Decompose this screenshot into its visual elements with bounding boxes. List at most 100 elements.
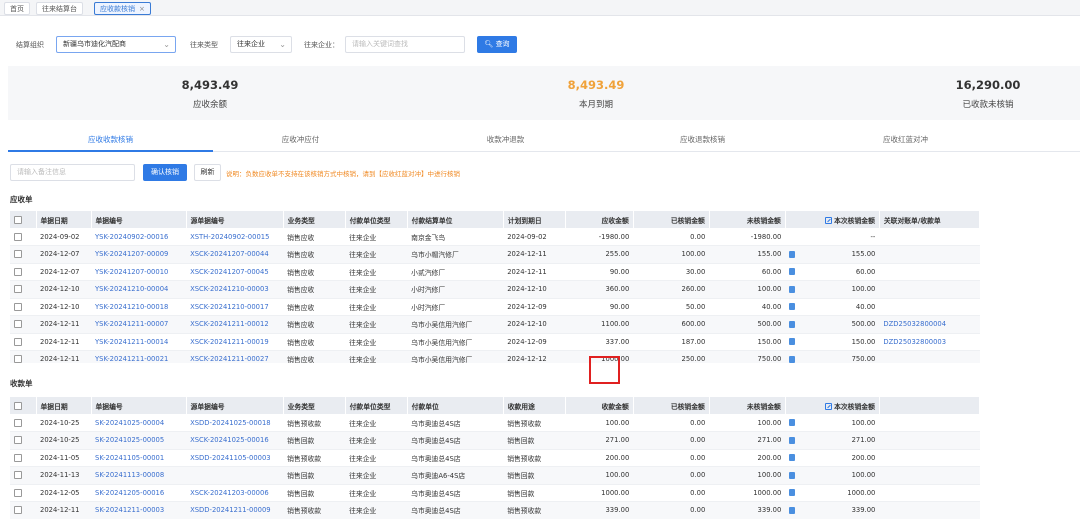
table-row[interactable]: 2024-12-11 YSK-20241211-00014 XSCK-2024121… bbox=[10, 333, 980, 351]
table-row[interactable]: 2024-11-05 SK-20241105-00001 XSDD-20241105… bbox=[10, 449, 980, 467]
tab-settlement-desk[interactable]: 往来结算台 bbox=[36, 2, 83, 15]
table-cell[interactable]: YSK-20241211-00014 bbox=[91, 333, 187, 351]
table-cell: 2024-12-05 bbox=[36, 484, 92, 502]
table-cell[interactable]: DZD25032800003 bbox=[879, 333, 980, 351]
table-cell[interactable]: SK-20241113-00008 bbox=[91, 466, 187, 485]
document-icon[interactable] bbox=[785, 484, 806, 502]
table-cell: 1100.00 bbox=[565, 315, 634, 334]
document-icon[interactable] bbox=[785, 298, 806, 316]
table-cell[interactable]: XSDD-20241025-00018 bbox=[186, 414, 284, 432]
document-icon[interactable] bbox=[785, 315, 806, 334]
table-row[interactable]: 2024-10-25 SK-20241025-00004 XSDD-20241025… bbox=[10, 414, 980, 432]
table-cell[interactable]: XSCK-20241025-00016 bbox=[186, 431, 284, 450]
table-cell[interactable]: XSTH-20240902-00015 bbox=[186, 228, 284, 246]
row-checkbox[interactable] bbox=[10, 414, 36, 432]
table-cell[interactable]: SK-20241211-00003 bbox=[91, 501, 187, 519]
document-icon[interactable] bbox=[785, 449, 806, 467]
table-cell[interactable]: YSK-20241210-00018 bbox=[91, 298, 187, 316]
table-cell: 销售应收 bbox=[283, 228, 346, 246]
row-checkbox[interactable] bbox=[10, 245, 36, 264]
row-checkbox[interactable] bbox=[10, 501, 36, 519]
table-cell[interactable]: XSCK-20241210-00003 bbox=[186, 280, 284, 299]
table-cell[interactable]: XSCK-20241203-00006 bbox=[186, 484, 284, 502]
row-checkbox[interactable] bbox=[10, 298, 36, 316]
type-select[interactable]: 往来企业 ⌄ bbox=[230, 36, 292, 53]
row-checkbox[interactable] bbox=[10, 333, 36, 351]
table-row[interactable]: 2024-12-07 YSK-20241207-00010 XSCK-2024120… bbox=[10, 263, 980, 281]
column-header: 付款单位类型 bbox=[345, 397, 408, 414]
row-checkbox[interactable] bbox=[10, 466, 36, 485]
row-checkbox[interactable] bbox=[10, 431, 36, 450]
table-cell: 40.00 bbox=[805, 298, 880, 316]
document-icon[interactable] bbox=[785, 431, 806, 450]
table-cell: 60.00 bbox=[805, 263, 880, 281]
table-row[interactable]: 2024-10-25 SK-20241025-00005 XSCK-20241025… bbox=[10, 431, 980, 450]
table-row[interactable]: 2024-12-07 YSK-20241207-00009 XSCK-2024120… bbox=[10, 245, 980, 264]
table-cell[interactable]: YSK-20241210-00004 bbox=[91, 280, 187, 299]
table-cell[interactable]: SK-20241105-00001 bbox=[91, 449, 187, 467]
table-cell: 100.00 bbox=[633, 245, 710, 264]
select-all-checkbox[interactable] bbox=[10, 211, 37, 228]
subtab-red-blue-offset[interactable]: 应收红蓝对冲 bbox=[803, 128, 1008, 152]
row-checkbox[interactable] bbox=[10, 263, 36, 281]
table-cell[interactable]: XSCK-20241211-00027 bbox=[186, 350, 284, 363]
table-row[interactable]: 2024-12-11 SK-20241211-00003 XSDD-20241211… bbox=[10, 501, 980, 519]
table-cell[interactable]: XSCK-20241207-00045 bbox=[186, 263, 284, 281]
tab-home[interactable]: 首页 bbox=[4, 2, 30, 15]
table-cell[interactable]: YSK-20240902-00016 bbox=[91, 228, 187, 246]
company-search-input[interactable]: 请输入关键词查找 bbox=[345, 36, 465, 53]
table-cell: 往来企业 bbox=[345, 501, 408, 519]
document-icon[interactable] bbox=[785, 333, 806, 351]
table-cell[interactable]: SK-20241205-00016 bbox=[91, 484, 187, 502]
confirm-writeoff-button[interactable]: 确认核销 bbox=[143, 164, 187, 181]
row-checkbox[interactable] bbox=[10, 280, 36, 299]
table-cell[interactable]: XSDD-20241211-00009 bbox=[186, 501, 284, 519]
document-icon[interactable] bbox=[785, 280, 806, 299]
subtab-receipt-writeoff[interactable]: 应收收款核销 bbox=[8, 128, 213, 152]
table-row[interactable]: 2024-12-11 YSK-20241211-00007 XSCK-2024121… bbox=[10, 315, 980, 334]
tab-receivable-writeoff[interactable]: 应收款核销 × bbox=[94, 2, 151, 15]
remark-input[interactable]: 请输入备注信息 bbox=[10, 164, 135, 181]
table-cell[interactable]: SK-20241025-00005 bbox=[91, 431, 187, 450]
document-icon[interactable] bbox=[785, 245, 806, 264]
org-select[interactable]: 新疆乌市迪化汽配商 ⌄ bbox=[56, 36, 176, 53]
document-icon[interactable] bbox=[785, 414, 806, 432]
table-row[interactable]: 2024-11-13 SK-20241113-00008 销售回款 往来企业 乌市奥迪A… bbox=[10, 466, 980, 485]
table-cell[interactable]: XSCK-20241207-00044 bbox=[186, 245, 284, 264]
table-row[interactable]: 2024-12-10 YSK-20241210-00004 XSCK-2024121… bbox=[10, 280, 980, 299]
table-cell: 2024-12-11 bbox=[503, 245, 566, 264]
subtab-receipt-refund[interactable]: 收款冲退款 bbox=[403, 128, 608, 152]
close-icon[interactable]: × bbox=[139, 5, 145, 13]
document-icon[interactable] bbox=[785, 501, 806, 519]
row-checkbox[interactable] bbox=[10, 228, 36, 246]
column-header: 单据日期 bbox=[36, 397, 92, 414]
table-row[interactable]: 2024-12-10 YSK-20241210-00018 XSCK-2024121… bbox=[10, 298, 980, 316]
table-row[interactable]: 2024-12-11 YSK-20241211-00021 XSCK-2024121… bbox=[10, 350, 980, 363]
table-cell: 339.00 bbox=[805, 501, 880, 519]
table-cell[interactable]: YSK-20241211-00007 bbox=[91, 315, 187, 334]
table-cell[interactable]: XSCK-20241210-00017 bbox=[186, 298, 284, 316]
row-checkbox[interactable] bbox=[10, 350, 36, 363]
table-cell[interactable]: XSCK-20241211-00012 bbox=[186, 315, 284, 334]
table-cell[interactable]: XSCK-20241211-00019 bbox=[186, 333, 284, 351]
subtab-offset-payable[interactable]: 应收冲应付 bbox=[198, 128, 403, 152]
table-cell[interactable]: YSK-20241207-00009 bbox=[91, 245, 187, 264]
table-cell[interactable] bbox=[186, 466, 284, 485]
table-row[interactable]: 2024-12-05 SK-20241205-00016 XSCK-20241203… bbox=[10, 484, 980, 502]
table-cell[interactable]: SK-20241025-00004 bbox=[91, 414, 187, 432]
row-checkbox[interactable] bbox=[10, 449, 36, 467]
table-cell[interactable]: YSK-20241207-00010 bbox=[91, 263, 187, 281]
subtab-refund-writeoff[interactable]: 应收退款核销 bbox=[600, 128, 805, 152]
select-all-checkbox[interactable] bbox=[10, 397, 37, 414]
table-row[interactable]: 2024-09-02 YSK-20240902-00016 XSTH-2024090… bbox=[10, 228, 980, 246]
row-checkbox[interactable] bbox=[10, 484, 36, 502]
query-button[interactable]: 🔍︎ 查询 bbox=[477, 36, 517, 53]
document-icon[interactable] bbox=[785, 263, 806, 281]
table-cell[interactable]: DZD25032800004 bbox=[879, 315, 980, 334]
table-cell[interactable]: YSK-20241211-00021 bbox=[91, 350, 187, 363]
table-cell[interactable]: XSDD-20241105-00003 bbox=[186, 449, 284, 467]
document-icon[interactable] bbox=[785, 466, 806, 485]
document-icon[interactable] bbox=[785, 350, 806, 363]
row-checkbox[interactable] bbox=[10, 315, 36, 334]
refresh-button[interactable]: 刷新 bbox=[194, 164, 221, 181]
